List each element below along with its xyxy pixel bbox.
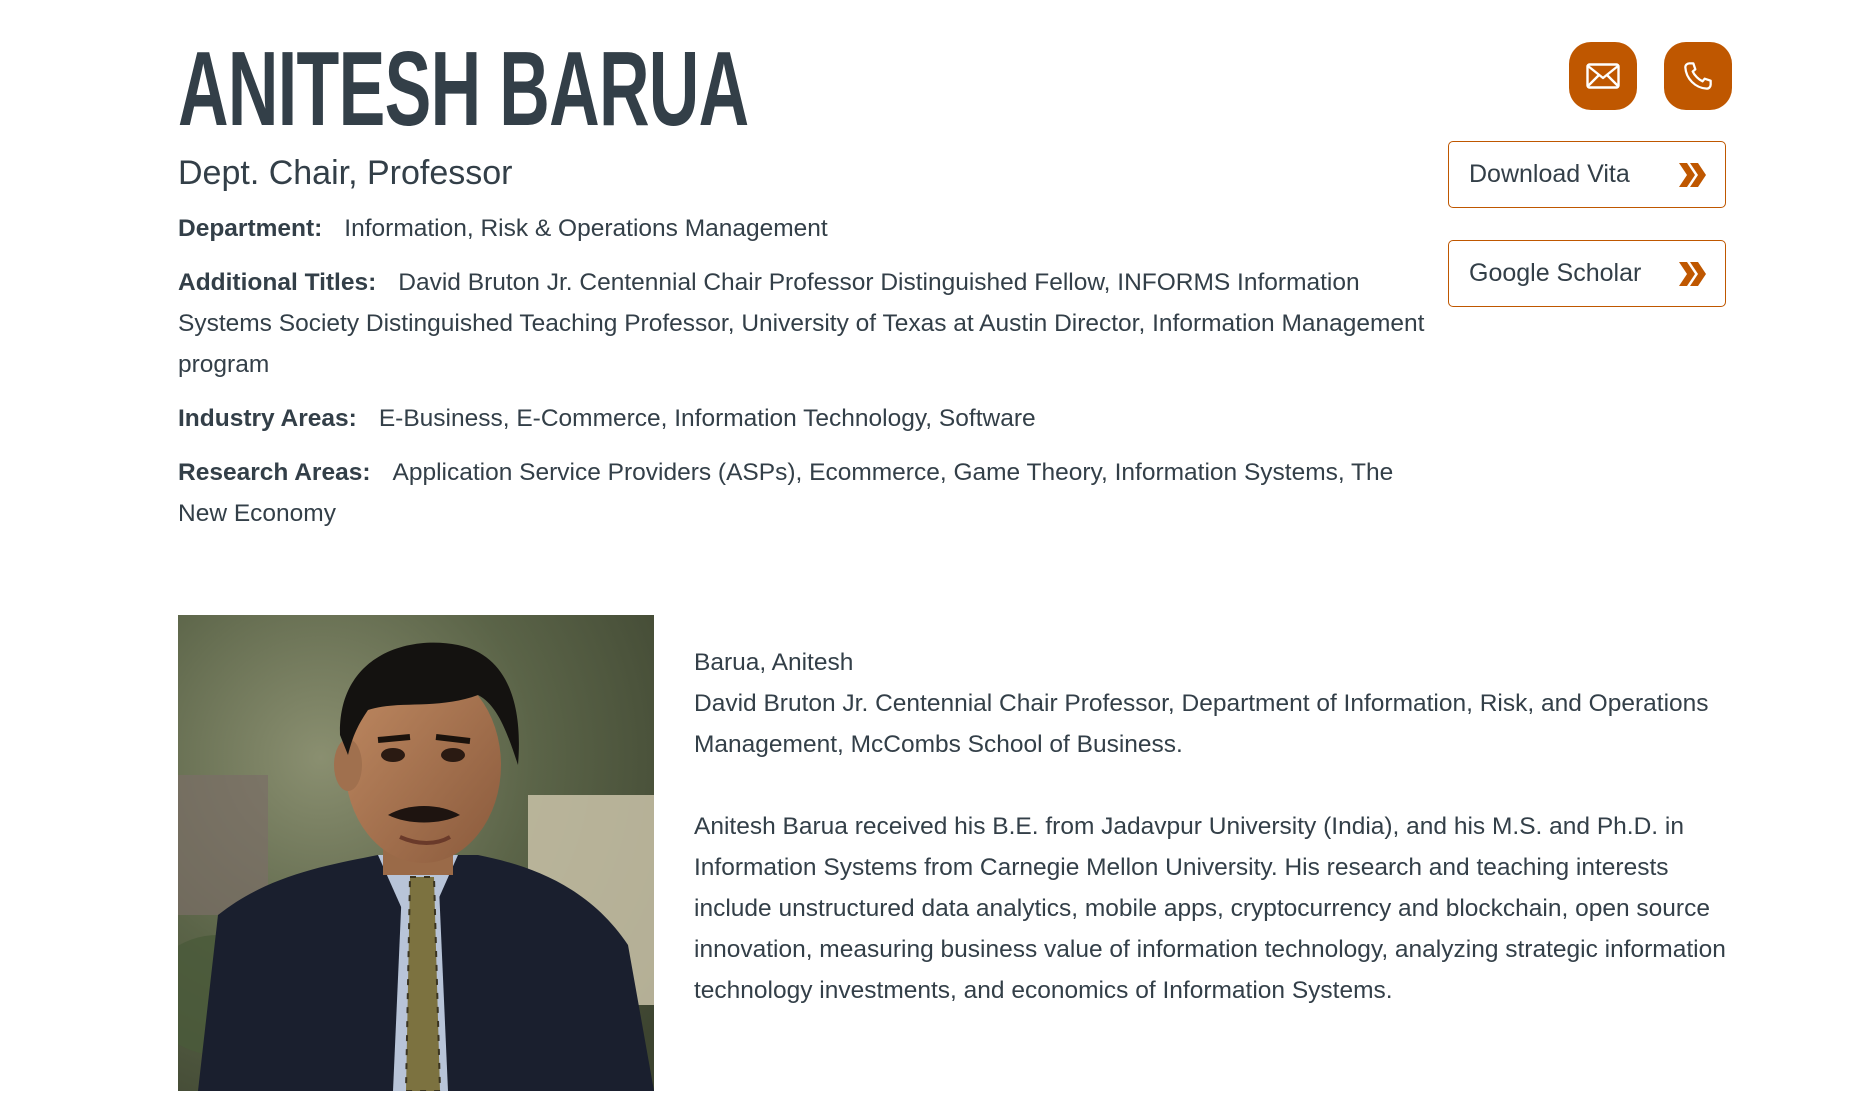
profile-details: Department: Information, Risk & Operation… <box>178 208 1433 547</box>
profile-name: ANITESH BARUA <box>178 30 749 148</box>
download-vita-label: Download Vita <box>1469 160 1630 188</box>
additional-titles-row: Additional Titles: David Bruton Jr. Cente… <box>178 262 1433 385</box>
department-row: Department: Information, Risk & Operation… <box>178 208 1433 249</box>
google-scholar-label: Google Scholar <box>1469 259 1642 287</box>
research-areas-label: Research Areas: <box>178 459 371 486</box>
phone-icon <box>1684 62 1712 90</box>
phone-button[interactable] <box>1664 42 1732 110</box>
email-button[interactable] <box>1569 42 1637 110</box>
bio-position: David Bruton Jr. Centennial Chair Profes… <box>694 690 1709 758</box>
profile-photo <box>178 615 654 1091</box>
department-value: Information, Risk & Operations Managemen… <box>344 215 828 242</box>
envelope-icon <box>1586 63 1620 89</box>
google-scholar-button[interactable]: Google Scholar <box>1448 240 1726 307</box>
profile-title: Dept. Chair, Professor <box>178 154 513 192</box>
industry-areas-label: Industry Areas: <box>178 405 357 432</box>
double-chevron-right-icon <box>1679 162 1706 187</box>
research-areas-row: Research Areas: Application Service Provi… <box>178 452 1433 534</box>
bio-name: Barua, Anitesh <box>694 649 854 676</box>
double-chevron-right-icon <box>1679 261 1706 286</box>
biography: Barua, Anitesh David Bruton Jr. Centenni… <box>694 642 1739 1052</box>
industry-areas-row: Industry Areas: E-Business, E-Commerce, I… <box>178 398 1433 439</box>
bio-paragraph: Anitesh Barua received his B.E. from Jad… <box>694 813 1726 1004</box>
industry-areas-value: E-Business, E-Commerce, Information Tech… <box>378 405 1036 432</box>
department-label: Department: <box>178 215 323 242</box>
additional-titles-label: Additional Titles: <box>178 269 377 296</box>
download-vita-button[interactable]: Download Vita <box>1448 141 1726 208</box>
